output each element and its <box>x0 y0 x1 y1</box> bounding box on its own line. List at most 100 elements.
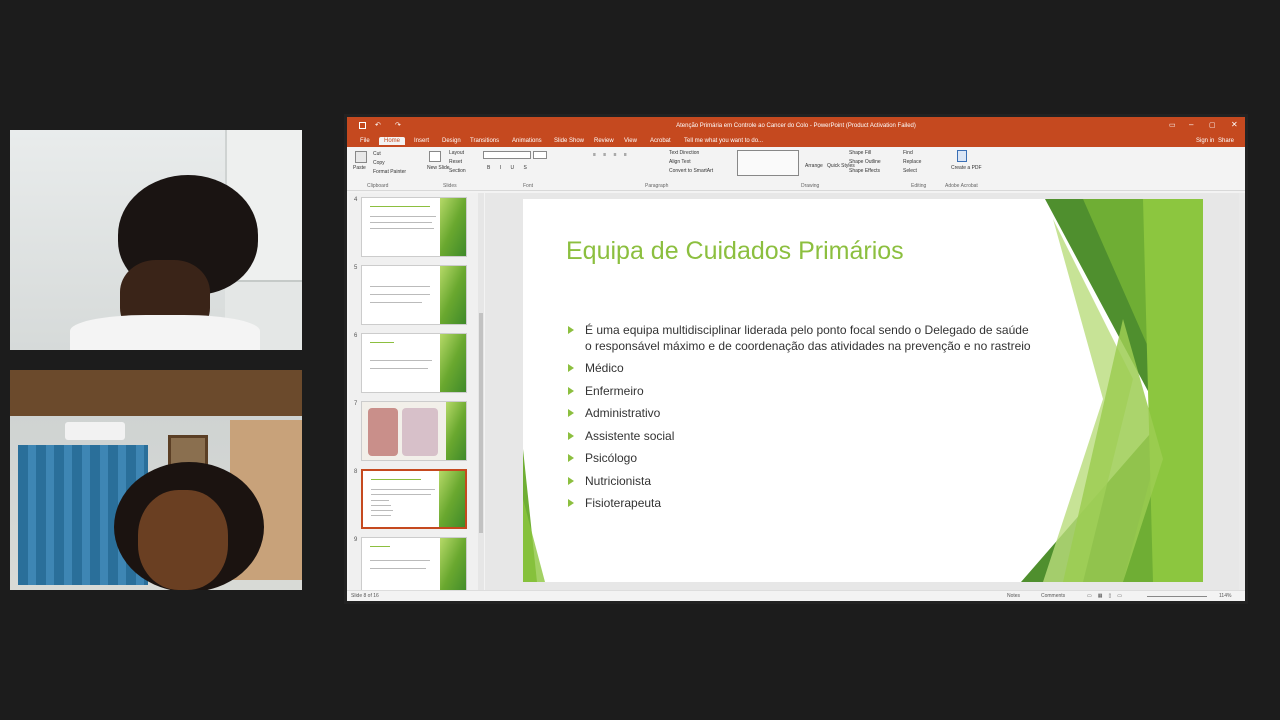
select-button[interactable]: Select <box>903 168 917 174</box>
tab-slide-show[interactable]: Slide Show <box>549 137 589 145</box>
ribbon-tabs: File Home Insert Design Transitions Anim… <box>347 135 1245 147</box>
bullet-item: Assistente social <box>568 429 1038 445</box>
bullet-item: Fisioterapeuta <box>568 496 1038 512</box>
bullet-arrow-icon <box>568 326 574 334</box>
new-slide-button[interactable]: New Slide <box>427 165 450 171</box>
bullet-item: Enfermeiro <box>568 384 1038 400</box>
person-face <box>138 490 228 590</box>
group-font: Font <box>523 183 534 189</box>
paragraph-buttons[interactable]: ≡ ≡ ≡ ≡ <box>593 152 630 158</box>
thumb-number: 7 <box>354 401 358 407</box>
group-clipboard: Clipboard <box>367 183 389 189</box>
zoom-slider[interactable] <box>1147 596 1207 597</box>
bullet-arrow-icon <box>568 386 574 395</box>
slide-thumbnail-5[interactable] <box>361 265 467 325</box>
paste-button[interactable]: Paste <box>353 165 366 171</box>
format-painter-button[interactable]: Format Painter <box>373 169 406 175</box>
bullet-item: Administrativo <box>568 406 1038 422</box>
view-buttons[interactable]: ▭▦▯▭ <box>1087 593 1128 599</box>
tab-view[interactable]: View <box>619 137 642 145</box>
slide-count: Slide 8 of 16 <box>351 593 379 599</box>
bullet-item: Psicólogo <box>568 451 1038 467</box>
bullet-arrow-icon <box>568 431 574 440</box>
maximize-icon[interactable]: ▢ <box>1209 121 1216 129</box>
current-slide[interactable]: Equipa de Cuidados Primários É uma equip… <box>523 199 1203 582</box>
tell-me-search[interactable]: Tell me what you want to do... <box>679 137 768 145</box>
align-text-button[interactable]: Align Text <box>669 159 691 165</box>
slide-thumbnail-6[interactable] <box>361 333 467 393</box>
bullet-item: Nutricionista <box>568 474 1038 490</box>
tab-animations[interactable]: Animations <box>507 137 547 145</box>
air-conditioner <box>65 422 125 440</box>
bullet-text: É uma equipa multidisciplinar liderada p… <box>585 323 1031 353</box>
shape-fill-button[interactable]: Shape Fill <box>849 150 871 156</box>
slide-bullet-list[interactable]: É uma equipa multidisciplinar liderada p… <box>568 323 1038 519</box>
ribbon: Paste Cut Copy Format Painter New Slide … <box>347 147 1245 191</box>
close-icon[interactable]: ✕ <box>1231 120 1238 129</box>
slide-thumbnail-9[interactable] <box>361 537 467 597</box>
comments-button[interactable]: Comments <box>1041 593 1065 599</box>
slide-title[interactable]: Equipa de Cuidados Primários <box>566 237 904 266</box>
find-button[interactable]: Find <box>903 150 913 156</box>
arrange-button[interactable]: Arrange <box>805 163 823 169</box>
bullet-text: Enfermeiro <box>585 383 644 398</box>
video-tile-participant-1[interactable] <box>10 130 302 350</box>
video-tile-participant-2[interactable] <box>10 370 302 590</box>
bullet-text: Nutricionista <box>585 473 652 488</box>
bullet-text: Administrativo <box>585 406 661 420</box>
group-paragraph: Paragraph <box>645 183 669 189</box>
minimize-icon[interactable]: – <box>1189 120 1193 129</box>
window-title: Atenção Primária em Controle ao Cancer d… <box>676 123 916 129</box>
replace-button[interactable]: Replace <box>903 159 921 165</box>
bullet-arrow-icon <box>568 476 574 485</box>
font-format-buttons[interactable]: B I U S <box>487 165 531 171</box>
cut-button[interactable]: Cut <box>373 151 381 157</box>
new-slide-icon[interactable] <box>429 151 441 162</box>
zoom-level[interactable]: 114% <box>1219 593 1231 599</box>
text-direction-button[interactable]: Text Direction <box>669 150 699 156</box>
thumb-number: 5 <box>354 265 358 271</box>
tab-file[interactable]: File <box>355 137 375 145</box>
slide-thumbnail-8-selected[interactable] <box>361 469 467 529</box>
group-slides: Slides <box>443 183 457 189</box>
slide-thumbnail-7[interactable] <box>361 401 467 461</box>
slide-thumbnails-pane[interactable]: 4 5 6 7 8 9 <box>349 193 479 597</box>
thumbnails-scrollbar[interactable] <box>478 193 484 593</box>
convert-smartart-button[interactable]: Convert to SmartArt <box>669 168 713 174</box>
layout-button[interactable]: Layout <box>449 150 464 156</box>
title-bar: ↶ ↷ Atenção Primária em Controle ao Canc… <box>347 117 1245 135</box>
share-button[interactable]: Share <box>1213 137 1239 145</box>
bullet-text: Assistente social <box>585 428 675 443</box>
slide-thumbnail-4[interactable] <box>361 197 467 257</box>
group-drawing: Drawing <box>801 183 820 189</box>
notes-button[interactable]: Notes <box>1007 593 1020 599</box>
ceiling <box>10 370 302 416</box>
tab-insert[interactable]: Insert <box>409 137 434 145</box>
tab-review[interactable]: Review <box>589 137 619 145</box>
reset-button[interactable]: Reset <box>449 159 462 165</box>
editor-scrollbar[interactable] <box>1239 193 1245 593</box>
bullet-arrow-icon <box>568 364 574 372</box>
slide-editor: Equipa de Cuidados Primários É uma equip… <box>485 193 1245 593</box>
shape-outline-button[interactable]: Shape Outline <box>849 159 881 165</box>
tab-design[interactable]: Design <box>437 137 466 145</box>
tab-transitions[interactable]: Transitions <box>465 137 504 145</box>
font-size-input[interactable] <box>533 151 547 159</box>
thumb-number: 6 <box>354 333 358 339</box>
shape-effects-button[interactable]: Shape Effects <box>849 168 880 174</box>
bullet-text: Médico <box>585 361 624 375</box>
create-pdf-icon[interactable] <box>957 150 967 162</box>
thumb-number: 8 <box>354 469 358 475</box>
group-adobe-acrobat: Adobe Acrobat <box>945 183 978 189</box>
ribbon-options-icon[interactable]: ▭ <box>1169 121 1176 129</box>
bullet-arrow-icon <box>568 454 574 462</box>
tab-acrobat[interactable]: Acrobat <box>645 137 676 145</box>
font-name-input[interactable] <box>483 151 531 159</box>
copy-button[interactable]: Copy <box>373 160 385 166</box>
create-pdf-button[interactable]: Create a PDF <box>951 165 982 171</box>
shapes-gallery[interactable] <box>737 150 799 176</box>
tab-home[interactable]: Home <box>379 137 406 145</box>
section-button[interactable]: Section <box>449 168 466 174</box>
powerpoint-window: ↶ ↷ Atenção Primária em Controle ao Canc… <box>344 114 1248 604</box>
paste-icon[interactable] <box>355 151 367 163</box>
